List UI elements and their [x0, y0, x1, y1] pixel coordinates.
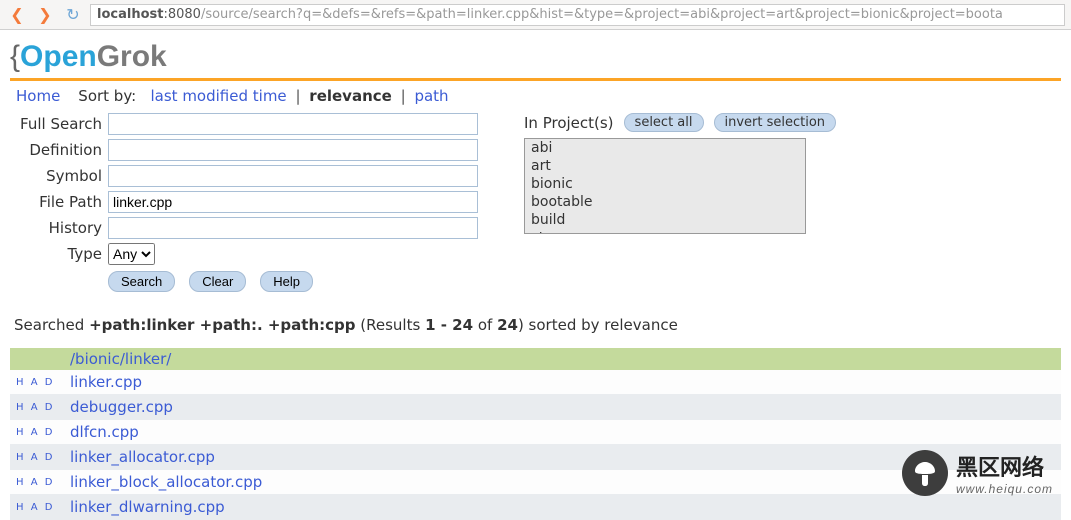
project-option[interactable]: build — [525, 211, 805, 229]
project-option[interactable]: bootable — [525, 193, 805, 211]
result-row: H A Dlinker_dlwarning.cpp — [10, 495, 1061, 520]
sort-path[interactable]: path — [414, 87, 448, 105]
result-file-link[interactable]: linker_block_allocator.cpp — [70, 473, 262, 491]
project-option[interactable]: abi — [525, 139, 805, 157]
browser-toolbar: ❮ ❯ ↻ localhost:8080/source/search?q=&de… — [0, 0, 1071, 30]
sortby-label: Sort by: last modified time | relevance … — [78, 87, 448, 105]
download-link[interactable]: D — [45, 402, 55, 413]
file-path-input[interactable] — [108, 191, 478, 213]
clear-button[interactable]: Clear — [189, 271, 246, 292]
full-search-label: Full Search — [16, 115, 102, 133]
logo: {OpenGrok — [10, 36, 1061, 76]
result-file-link[interactable]: linker_dlwarning.cpp — [70, 498, 225, 516]
history-input[interactable] — [108, 217, 478, 239]
project-option[interactable]: art — [525, 157, 805, 175]
top-nav: Home Sort by: last modified time | relev… — [10, 85, 1061, 113]
result-row: H A Ddlfcn.cpp — [10, 420, 1061, 445]
projects-label: In Project(s) — [524, 114, 614, 132]
type-label: Type — [16, 245, 102, 263]
result-row: H A Dlinker.cpp — [10, 370, 1061, 395]
history-link[interactable]: H — [16, 477, 26, 488]
project-option[interactable]: bionic — [525, 175, 805, 193]
symbol-label: Symbol — [16, 167, 102, 185]
invert-selection-button[interactable]: invert selection — [714, 113, 837, 132]
annotate-link[interactable]: A — [31, 452, 40, 463]
result-file-link[interactable]: linker_allocator.cpp — [70, 448, 215, 466]
mushroom-icon — [902, 450, 948, 496]
forward-button[interactable]: ❯ — [34, 4, 56, 26]
definition-input[interactable] — [108, 139, 478, 161]
projects-listbox[interactable]: abiartbionicbootablebuildcts — [524, 138, 806, 234]
sort-relevance[interactable]: relevance — [309, 87, 392, 105]
sort-time[interactable]: last modified time — [151, 87, 287, 105]
annotate-link[interactable]: A — [31, 502, 40, 513]
divider — [10, 78, 1061, 81]
download-link[interactable]: D — [45, 477, 55, 488]
definition-label: Definition — [16, 141, 102, 159]
results-summary: Searched +path:linker +path:. +path:cpp … — [14, 316, 1061, 334]
annotate-link[interactable]: A — [31, 402, 40, 413]
symbol-input[interactable] — [108, 165, 478, 187]
history-link[interactable]: H — [16, 502, 26, 513]
history-link[interactable]: H — [16, 377, 26, 388]
download-link[interactable]: D — [45, 502, 55, 513]
history-link[interactable]: H — [16, 452, 26, 463]
result-file-link[interactable]: debugger.cpp — [70, 398, 173, 416]
result-file-link[interactable]: dlfcn.cpp — [70, 423, 139, 441]
result-row: H A Ddebugger.cpp — [10, 395, 1061, 420]
type-select[interactable]: Any — [108, 243, 155, 265]
back-button[interactable]: ❮ — [6, 4, 28, 26]
download-link[interactable]: D — [45, 377, 55, 388]
select-all-button[interactable]: select all — [624, 113, 704, 132]
result-file-link[interactable]: linker.cpp — [70, 373, 142, 391]
address-bar[interactable]: localhost:8080/source/search?q=&defs=&re… — [90, 4, 1065, 26]
history-link[interactable]: H — [16, 427, 26, 438]
help-button[interactable]: Help — [260, 271, 313, 292]
download-link[interactable]: D — [45, 452, 55, 463]
file-path-label: File Path — [16, 193, 102, 211]
group-path-link[interactable]: /bionic/linker/ — [70, 350, 171, 368]
annotate-link[interactable]: A — [31, 477, 40, 488]
project-option[interactable]: cts — [525, 229, 805, 234]
reload-button[interactable]: ↻ — [62, 4, 84, 26]
watermark: 黑区网络 www.heiqu.com — [902, 450, 1053, 496]
history-link[interactable]: H — [16, 402, 26, 413]
result-group-header: /bionic/linker/ — [10, 348, 1061, 370]
annotate-link[interactable]: A — [31, 377, 40, 388]
full-search-input[interactable] — [108, 113, 478, 135]
annotate-link[interactable]: A — [31, 427, 40, 438]
home-link[interactable]: Home — [16, 87, 60, 105]
search-button[interactable]: Search — [108, 271, 175, 292]
history-label: History — [16, 219, 102, 237]
download-link[interactable]: D — [45, 427, 55, 438]
search-form: Full Search Definition Symbol File Path … — [16, 113, 478, 292]
